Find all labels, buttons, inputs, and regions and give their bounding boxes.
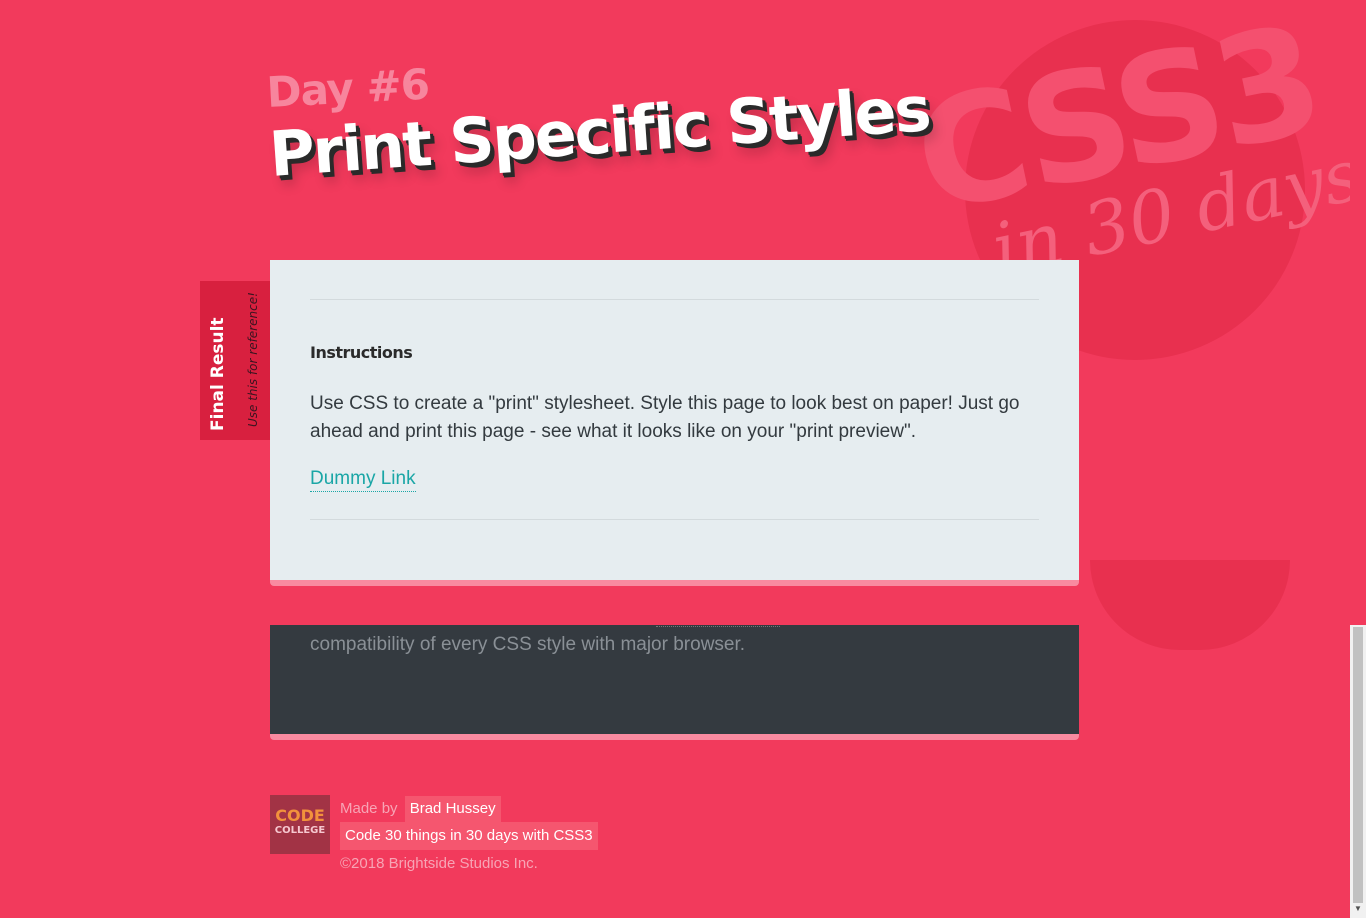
code-college-logo[interactable]: CODE COLLEGE [270, 795, 330, 854]
final-result-tab[interactable]: Final Result Use this for reference! [200, 281, 270, 440]
made-by: Made by Brad Hussey [340, 796, 501, 822]
notes-text: compatibility of every CSS style with ma… [310, 634, 746, 655]
logo-line-2: COLLEGE [274, 825, 326, 836]
final-result-sublabel: Use this for reference! [246, 292, 260, 427]
dummy-link[interactable]: Dummy Link [310, 467, 416, 492]
divider [310, 519, 1039, 520]
author-link[interactable]: Brad Hussey [404, 796, 501, 822]
instructions-text: Use CSS to create a "print" stylesheet. … [310, 393, 1020, 442]
preview-frame: CSS3 in 30 days Day #6 Print Specific St… [0, 0, 1350, 625]
made-by-label: Made by [340, 800, 398, 817]
arrow-down-icon[interactable]: ▼ [1353, 903, 1363, 915]
divider [310, 299, 1039, 300]
bg-logo-circle-lower [1090, 560, 1290, 650]
final-result-label: Final Result [208, 317, 228, 431]
instructions-heading: Instructions [310, 343, 413, 362]
course-link[interactable]: Code 30 things in 30 days with CSS3 [340, 822, 598, 850]
instructions-card: Instructions Use CSS to create a "print"… [270, 260, 1079, 586]
logo-line-1: CODE [275, 806, 325, 825]
scrollbar-thumb[interactable] [1353, 627, 1363, 903]
page-scrollbar[interactable]: ▼ [1350, 625, 1366, 918]
copyright: ©2018 Brightside Studios Inc. [340, 855, 538, 872]
link-underline-fragment [656, 625, 780, 627]
notes-box: compatibility of every CSS style with ma… [270, 625, 1079, 740]
